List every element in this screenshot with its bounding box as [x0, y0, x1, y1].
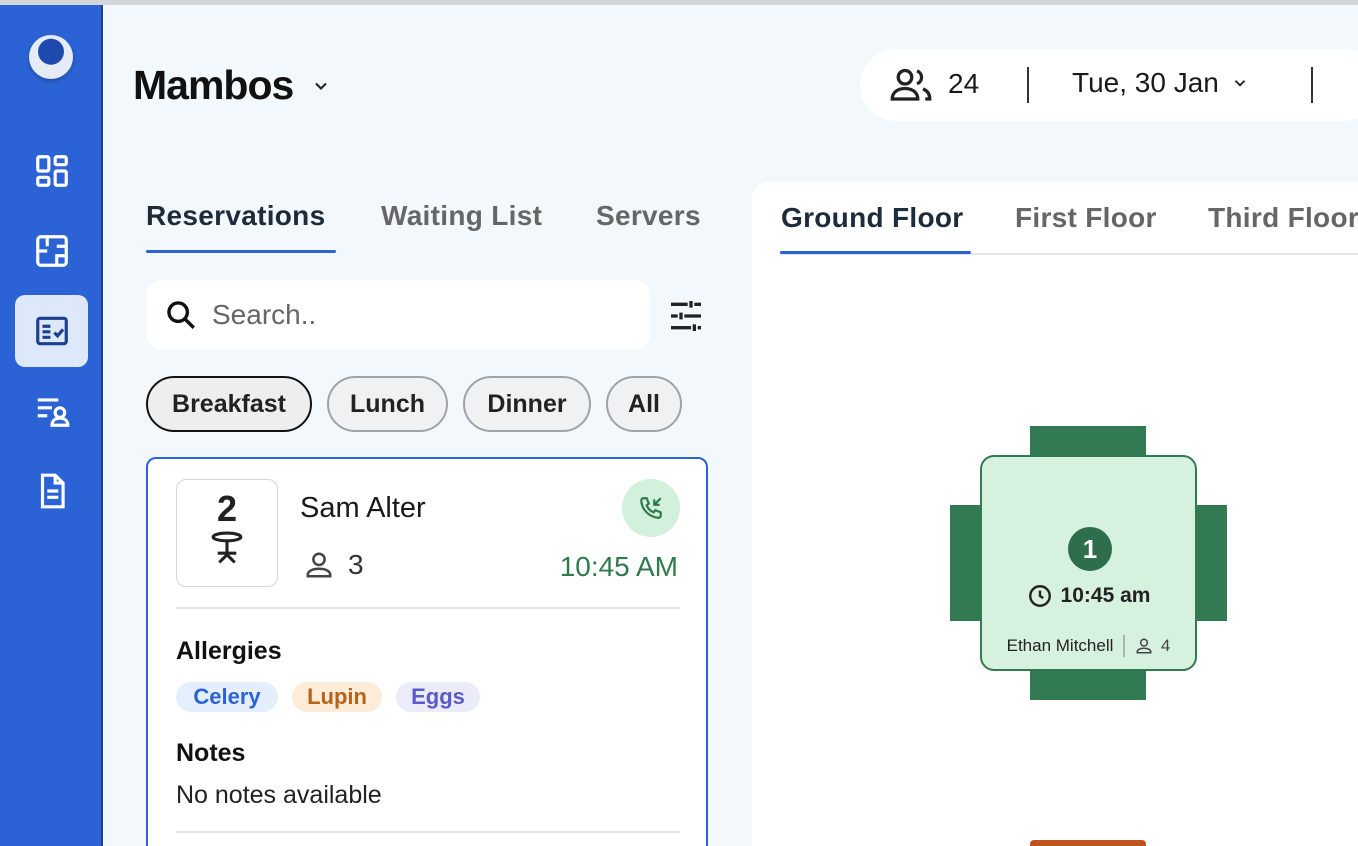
sidebar	[0, 5, 103, 846]
tab-reservations[interactable]: Reservations	[146, 200, 325, 232]
party-size-value: 3	[348, 549, 364, 580]
active-tab-indicator	[146, 250, 336, 253]
table-number-box: 2	[176, 479, 278, 587]
floor-table-party: 4	[1135, 636, 1170, 656]
document-icon	[40, 473, 65, 509]
incoming-call-button[interactable]	[622, 479, 680, 537]
users-icon	[890, 68, 932, 101]
reservations-icon	[35, 316, 68, 346]
party-size: 3	[304, 549, 364, 581]
allergies-title: Allergies	[176, 637, 282, 665]
header-separator	[1311, 67, 1313, 103]
table-icon	[211, 531, 243, 564]
venue-name: Mambos	[133, 62, 294, 108]
tab-servers[interactable]: Servers	[596, 200, 701, 232]
floor-table-footer: Ethan Mitchell 4	[982, 635, 1195, 657]
reservation-card[interactable]: 2 Sam Alter 3 10:45 AM Allergies Celery L…	[146, 457, 708, 846]
floor-table-time: 10:45 am	[982, 583, 1195, 609]
allergy-tag: Eggs	[396, 682, 480, 712]
table-chair	[1030, 426, 1146, 458]
notes-text: No notes available	[176, 781, 382, 809]
date-value: Tue, 30 Jan	[1072, 67, 1219, 98]
notes-title: Notes	[176, 739, 246, 767]
floor-table-time-value: 10:45 am	[1060, 584, 1151, 607]
table-chair	[1030, 668, 1146, 700]
user-icon	[306, 552, 332, 578]
clock-icon	[1028, 585, 1051, 607]
guest-count: 24	[890, 67, 979, 101]
phone-incoming-icon	[640, 497, 662, 519]
date-selector[interactable]: Tue, 30 Jan	[1072, 67, 1249, 99]
floor-table-1[interactable]: 1 10:45 am Ethan Mitchell 4	[980, 455, 1197, 671]
allergy-tag: Lupin	[292, 682, 382, 712]
app-logo[interactable]	[29, 35, 73, 79]
filter-chip-all[interactable]: All	[606, 376, 682, 432]
tab-first-floor[interactable]: First Floor	[1015, 202, 1157, 234]
search-input[interactable]	[212, 299, 612, 331]
tab-waiting-list[interactable]: Waiting List	[381, 200, 542, 232]
card-divider	[176, 831, 680, 833]
window-top-border	[0, 0, 1358, 5]
table-number: 2	[216, 488, 238, 529]
venue-selector[interactable]: Mambos	[133, 62, 331, 109]
tab-third-floor[interactable]: Third Floor	[1208, 202, 1358, 234]
sidebar-item-guests[interactable]	[15, 375, 88, 447]
header-summary-bar: 24 Tue, 30 Jan	[860, 49, 1358, 121]
filter-chip-dinner[interactable]: Dinner	[463, 376, 591, 432]
sidebar-item-documents[interactable]	[15, 455, 88, 527]
search-icon	[167, 301, 195, 329]
allergy-tag: Celery	[176, 682, 278, 712]
guest-name: Sam Alter	[300, 492, 426, 524]
dashboard-icon	[35, 155, 68, 187]
floor-table-party-value: 4	[1160, 636, 1171, 655]
chevron-down-icon	[315, 82, 328, 90]
table-chair	[950, 505, 984, 621]
floor-plan-panel: Ground Floor First Floor Third Floor 1 1…	[752, 182, 1358, 846]
user-icon	[1136, 638, 1152, 654]
card-divider	[176, 607, 680, 609]
floor-table-2-partial[interactable]	[1030, 840, 1146, 846]
sidebar-item-dashboard[interactable]	[15, 135, 88, 207]
table-chair	[1193, 505, 1227, 621]
filter-chip-lunch[interactable]: Lunch	[327, 376, 448, 432]
tab-ground-floor[interactable]: Ground Floor	[781, 202, 963, 234]
guest-count-value: 24	[948, 68, 980, 99]
search-box	[146, 280, 650, 350]
filter-chip-breakfast[interactable]: Breakfast	[146, 376, 312, 432]
header-separator	[1027, 67, 1029, 103]
reservation-time: 10:45 AM	[559, 551, 678, 582]
floor-table-guest: Ethan Mitchell	[1006, 636, 1114, 655]
footer-separator	[1123, 635, 1125, 657]
chevron-down-icon	[1234, 80, 1246, 87]
floor-table-number: 1	[1068, 527, 1112, 571]
reservation-tabs: Reservations Waiting List Servers	[0, 200, 740, 256]
filter-sliders-icon[interactable]	[666, 296, 706, 336]
sidebar-item-reservations[interactable]	[15, 295, 88, 367]
active-floor-indicator	[780, 251, 971, 254]
guest-list-icon	[37, 398, 69, 427]
